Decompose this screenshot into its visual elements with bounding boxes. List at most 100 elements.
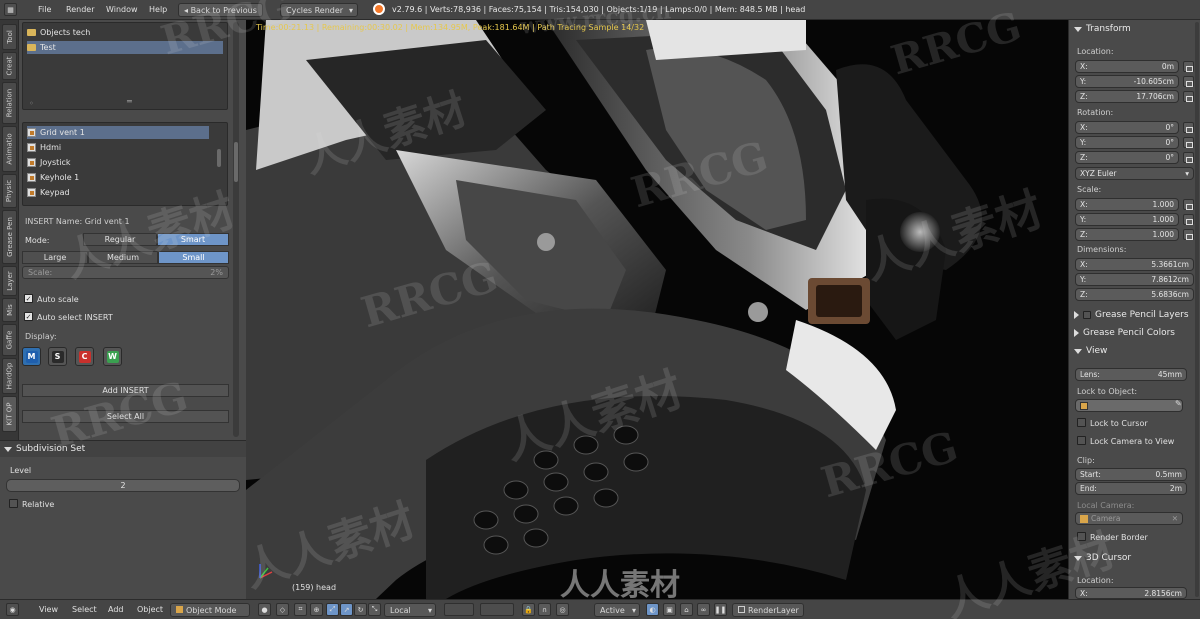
size-medium-button[interactable]: Medium	[88, 251, 158, 264]
tab-tool[interactable]: Tool	[2, 24, 17, 50]
category-list[interactable]: Objects tech Test ◦ ═	[22, 22, 228, 110]
lock-to-cursor-checkbox[interactable]	[1077, 418, 1086, 427]
link-icon[interactable]: ∞	[697, 603, 710, 616]
cursor-x-field[interactable]: X: 2.8156cm	[1075, 587, 1187, 599]
size-large-button[interactable]: Large	[22, 251, 88, 264]
list-item[interactable]: Keyhole 1	[27, 171, 79, 184]
list-item[interactable]: Test	[27, 41, 223, 54]
menu-view[interactable]: View	[39, 605, 58, 614]
rotation-y-field[interactable]: Y: 0°	[1075, 136, 1179, 149]
eyedropper-icon[interactable]: ✎	[1175, 399, 1182, 408]
menu-window[interactable]: Window	[106, 5, 138, 14]
editor-type-icon[interactable]: ◉	[6, 603, 19, 616]
lock-icon[interactable]	[1183, 199, 1194, 210]
render-engine-dropdown[interactable]: Cycles Render ▾	[280, 3, 358, 17]
relative-checkbox[interactable]	[9, 499, 18, 508]
scale-y-field[interactable]: Y: 1.000	[1075, 213, 1179, 226]
lock-icon[interactable]	[1183, 61, 1194, 72]
tab-misc[interactable]: Mis	[2, 298, 17, 322]
3d-viewport[interactable]: Time:00:21.13 | Remaining:00:30.02 | Mem…	[246, 20, 1068, 599]
rotate-manipulator-icon[interactable]: ↻	[354, 603, 367, 616]
location-x-field[interactable]: X: 0m	[1075, 60, 1179, 73]
menu-help[interactable]: Help	[149, 5, 167, 14]
list-item[interactable]: Keypad	[27, 186, 70, 199]
tab-animation[interactable]: Animatio	[2, 126, 17, 172]
tab-gaffer[interactable]: Gaffe	[2, 324, 17, 356]
clip-start-field[interactable]: Start: 0.5mm	[1075, 468, 1187, 481]
scale-x-field[interactable]: X: 1.000	[1075, 198, 1179, 211]
translate-manipulator-icon[interactable]: ↗	[340, 603, 353, 616]
snap-target-icon[interactable]: ◎	[556, 603, 569, 616]
display-cutter-button[interactable]: C	[75, 347, 94, 366]
dimensions-z-field[interactable]: Z: 5.6836cm	[1075, 288, 1194, 301]
tab-physics[interactable]: Physic	[2, 174, 17, 208]
auto-select-checkbox[interactable]: ✓	[24, 312, 33, 321]
transform-orientation-dropdown[interactable]: Local ▾	[384, 603, 436, 617]
lock-icon[interactable]	[1183, 137, 1194, 148]
render-animation-icon[interactable]: ▣	[663, 603, 676, 616]
list-item[interactable]: Grid vent 1	[27, 126, 209, 139]
pivot-point-icon[interactable]: ◇	[276, 603, 289, 616]
display-wire-button[interactable]: W	[103, 347, 122, 366]
clip-end-field[interactable]: End: 2m	[1075, 482, 1187, 495]
scale-slider[interactable]: Scale: 2%	[22, 266, 229, 279]
lock-icon[interactable]	[1183, 91, 1194, 102]
mode-regular-button[interactable]: Regular	[83, 233, 157, 246]
manipulator-toggle-icon[interactable]: ⤢	[326, 603, 339, 616]
location-y-field[interactable]: Y: -10.605cm	[1075, 75, 1179, 88]
subdivision-panel-header[interactable]: Subdivision Set	[0, 441, 246, 457]
dimensions-x-field[interactable]: X: 5.3661cm	[1075, 258, 1194, 271]
list-item[interactable]: Hdmi	[27, 141, 61, 154]
menu-select[interactable]: Select	[72, 605, 97, 614]
layer-buttons-group[interactable]	[444, 603, 474, 616]
object-mode-dropdown[interactable]: Object Mode	[170, 603, 250, 617]
display-mesh-button[interactable]: M	[22, 347, 41, 366]
rotation-z-field[interactable]: Z: 0°	[1075, 151, 1179, 164]
transform-panel-header[interactable]: Transform	[1069, 21, 1200, 37]
size-small-button[interactable]: Small	[158, 251, 229, 264]
tab-create[interactable]: Creat	[2, 52, 17, 80]
local-camera-field[interactable]: Camera ✕	[1075, 512, 1183, 525]
tab-hardops[interactable]: HardOp	[2, 358, 17, 394]
lock-icon[interactable]	[1183, 229, 1194, 240]
layer-buttons-group-2[interactable]	[480, 603, 514, 616]
pause-icon[interactable]: ❚❚	[714, 603, 727, 616]
list-resize-dot[interactable]: ◦	[29, 99, 34, 108]
select-all-button[interactable]: Select All	[22, 410, 229, 423]
menu-object[interactable]: Object	[137, 605, 163, 614]
lock-icon[interactable]	[1183, 214, 1194, 225]
editor-type-icon[interactable]: ▦	[4, 3, 17, 16]
lock-object-field[interactable]	[1075, 399, 1183, 412]
list-item[interactable]: Joystick	[27, 156, 71, 169]
display-solid-button[interactable]: S	[48, 347, 67, 366]
menu-add[interactable]: Add	[108, 605, 124, 614]
menu-file[interactable]: File	[38, 5, 51, 14]
camera-render-icon[interactable]: ⌂	[680, 603, 693, 616]
grease-pencil-layers-header[interactable]: Grease Pencil Layers	[1069, 307, 1200, 323]
lens-field[interactable]: Lens: 45mm	[1075, 368, 1187, 381]
snap-target-dropdown[interactable]: Active ▾	[594, 603, 640, 617]
rotation-mode-dropdown[interactable]: XYZ Euler ▾	[1075, 167, 1194, 180]
mode-smart-button[interactable]: Smart	[157, 233, 229, 246]
tab-kitops[interactable]: KIT OP	[2, 396, 17, 432]
lock-icon[interactable]	[1183, 122, 1194, 133]
grease-pencil-layers-checkbox[interactable]	[1083, 311, 1091, 319]
auto-scale-checkbox[interactable]: ✓	[24, 294, 33, 303]
render-layer-dropdown[interactable]: RenderLayer	[732, 603, 804, 617]
scale-manipulator-icon[interactable]: ⤡	[368, 603, 381, 616]
opengl-render-icon[interactable]: ◐	[646, 603, 659, 616]
tab-layer[interactable]: Layer	[2, 266, 17, 296]
properties-scrollbar[interactable]	[1195, 22, 1199, 597]
clear-x-icon[interactable]: ✕	[1172, 514, 1178, 523]
add-insert-button[interactable]: Add INSERT	[22, 384, 229, 397]
level-field[interactable]: 2	[6, 479, 240, 492]
insert-list[interactable]: Grid vent 1 Hdmi Joystick Keyhole 1 Keyp…	[22, 122, 228, 206]
location-z-field[interactable]: Z: 17.706cm	[1075, 90, 1179, 103]
snap-element-icon[interactable]: ⌗	[294, 603, 307, 616]
scale-z-field[interactable]: Z: 1.000	[1075, 228, 1179, 241]
tab-grease-pencil[interactable]: Grease Pen	[2, 210, 17, 264]
lock-layers-icon[interactable]: 🔒	[522, 603, 535, 616]
scrollbar[interactable]	[233, 22, 239, 437]
lock-icon[interactable]	[1183, 152, 1194, 163]
back-to-previous-button[interactable]: ◂ Back to Previous	[178, 3, 263, 17]
